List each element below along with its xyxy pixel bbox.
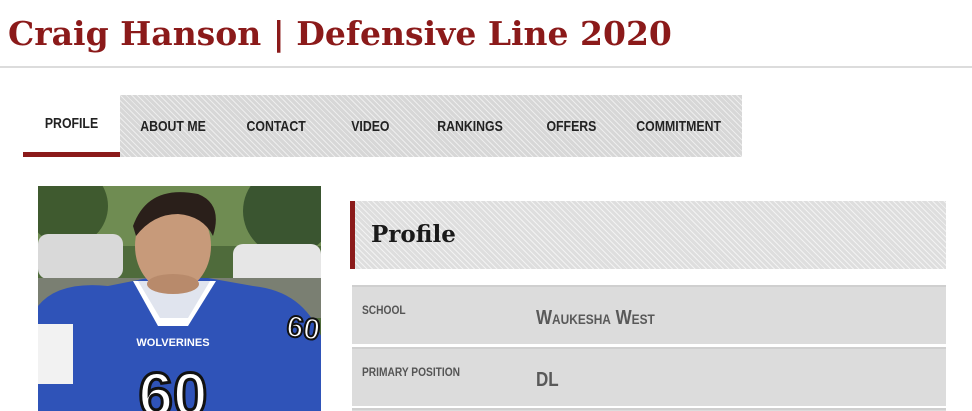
profile-row-school: School Waukesha West xyxy=(352,285,946,344)
jersey-team-text: WOLVERINES xyxy=(136,337,209,349)
tab-commitment[interactable]: Commitment xyxy=(615,95,742,157)
profile-tab-bar: Profile About Me Contact Video Rankings … xyxy=(23,95,742,157)
jersey-number: 60 xyxy=(139,361,208,411)
tab-contact[interactable]: Contact xyxy=(226,95,327,157)
tab-commitment-label: Commitment xyxy=(636,117,721,135)
primary-position-value: DL xyxy=(536,369,559,391)
player-photo: WOLVERINES 60 60 xyxy=(38,186,321,411)
profile-heading: Profile xyxy=(371,221,456,248)
tab-offers-label: Offers xyxy=(546,117,596,135)
tab-offers[interactable]: Offers xyxy=(527,95,615,157)
primary-position-label: Primary Position xyxy=(362,365,461,379)
page-header: Craig Hanson | Defensive Line 2020 xyxy=(0,0,972,68)
tab-rankings-label: Rankings xyxy=(437,117,503,135)
tab-contact-label: Contact xyxy=(246,117,307,135)
tab-about-me-label: About Me xyxy=(140,117,206,135)
tab-rankings[interactable]: Rankings xyxy=(413,95,527,157)
tab-about-me[interactable]: About Me xyxy=(120,95,226,157)
tab-profile-label: Profile xyxy=(44,115,99,132)
school-value: Waukesha West xyxy=(536,307,655,329)
profile-row-primary-position: Primary Position DL xyxy=(352,347,946,406)
school-label: School xyxy=(362,303,406,317)
sleeve-number: 60 xyxy=(285,310,321,347)
profile-section-heading: Profile xyxy=(350,201,946,269)
page-title: Craig Hanson | Defensive Line 2020 xyxy=(8,14,672,53)
tab-profile[interactable]: Profile xyxy=(23,95,120,157)
tab-video-label: Video xyxy=(350,117,390,135)
tab-video[interactable]: Video xyxy=(327,95,413,157)
